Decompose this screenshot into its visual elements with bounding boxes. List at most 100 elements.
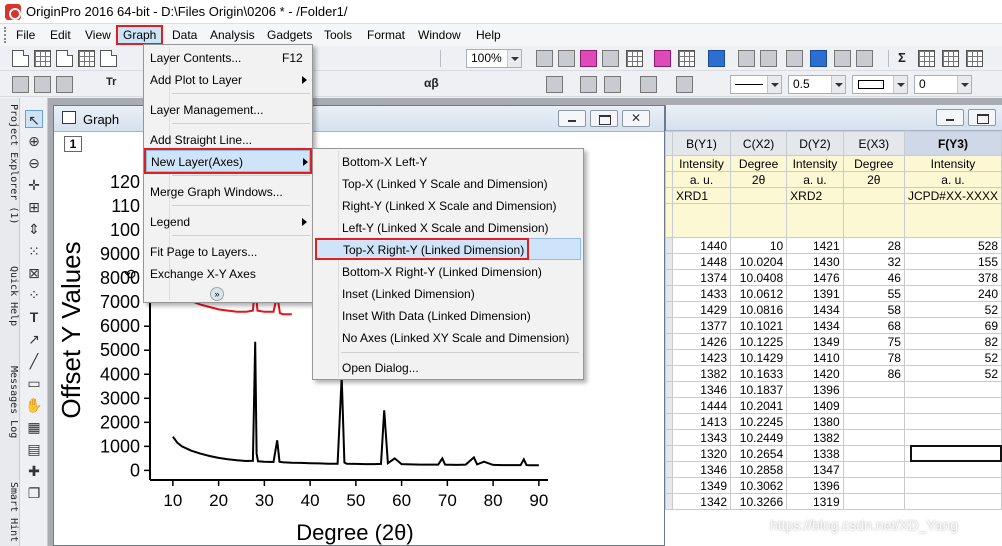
table-cell[interactable]: 86 bbox=[842, 365, 905, 382]
table-cell[interactable] bbox=[903, 493, 1002, 510]
table-cell[interactable]: 10.3266 bbox=[729, 493, 788, 510]
table-cell[interactable]: 1420 bbox=[786, 365, 844, 382]
table-cell[interactable]: 1433 bbox=[672, 285, 731, 302]
table-cell[interactable]: 1434 bbox=[786, 317, 844, 334]
table-cell[interactable]: 1319 bbox=[786, 493, 844, 510]
active-cell[interactable] bbox=[910, 445, 1002, 462]
column-header-d[interactable]: D(Y2) bbox=[786, 131, 844, 156]
table-cell[interactable] bbox=[903, 477, 1002, 494]
table-cell[interactable]: 1382 bbox=[672, 365, 731, 382]
table-cell[interactable] bbox=[903, 429, 1002, 446]
table-cell[interactable] bbox=[903, 397, 1002, 414]
table-cell[interactable]: 10.0408 bbox=[729, 269, 788, 286]
corner-cell[interactable] bbox=[665, 131, 673, 156]
table-cell[interactable] bbox=[903, 381, 1002, 398]
table-cell[interactable]: 52 bbox=[903, 301, 1002, 318]
submenu-item-bottom-x-left-y[interactable]: Bottom-X Left-Y bbox=[315, 151, 581, 173]
row-header[interactable] bbox=[665, 413, 673, 430]
expand-menu-icon[interactable]: » bbox=[210, 287, 224, 301]
menu-item-layer-management[interactable]: Layer Management... bbox=[146, 99, 310, 121]
table-cell[interactable]: 10.1837 bbox=[729, 381, 788, 398]
table-cell[interactable] bbox=[842, 493, 905, 510]
table-cell[interactable]: 1434 bbox=[786, 301, 844, 318]
table-cell[interactable] bbox=[903, 461, 1002, 478]
table-cell[interactable]: 1410 bbox=[786, 349, 844, 366]
column-header-c[interactable]: C(X2) bbox=[729, 131, 788, 156]
row-header[interactable] bbox=[665, 365, 673, 382]
table-cell[interactable]: 10.0612 bbox=[729, 285, 788, 302]
table-cell[interactable]: 46 bbox=[842, 269, 905, 286]
table-cell[interactable]: 1409 bbox=[786, 397, 844, 414]
table-cell[interactable]: 1382 bbox=[786, 429, 844, 446]
table-cell[interactable]: 1448 bbox=[672, 253, 731, 270]
worksheet-titlebar[interactable] bbox=[666, 105, 1002, 131]
table-cell[interactable]: 69 bbox=[903, 317, 1002, 334]
table-cell[interactable]: 1349 bbox=[786, 333, 844, 350]
table-cell[interactable]: 1440 bbox=[672, 237, 731, 254]
maximize-button[interactable] bbox=[968, 109, 996, 126]
row-header[interactable] bbox=[665, 381, 673, 398]
submenu-item-bottom-x-right-y[interactable]: Bottom-X Right-Y (Linked Dimension) bbox=[315, 261, 581, 283]
submenu-item-inset[interactable]: Inset (Linked Dimension) bbox=[315, 283, 581, 305]
row-header[interactable] bbox=[665, 269, 673, 286]
table-cell[interactable]: 1346 bbox=[672, 381, 731, 398]
table-cell[interactable]: 52 bbox=[903, 365, 1002, 382]
submenu-item-no-axes[interactable]: No Axes (Linked XY Scale and Dimension) bbox=[315, 327, 581, 349]
table-cell[interactable]: 1421 bbox=[786, 237, 844, 254]
table-cell[interactable] bbox=[842, 429, 905, 446]
table-cell[interactable]: 378 bbox=[903, 269, 1002, 286]
column-header-f[interactable]: F(Y3) bbox=[903, 131, 1002, 156]
column-header-b[interactable]: B(Y1) bbox=[672, 131, 731, 156]
table-cell[interactable]: 1374 bbox=[672, 269, 731, 286]
row-header[interactable] bbox=[665, 461, 673, 478]
table-cell[interactable] bbox=[903, 413, 1002, 430]
menu-item-fit-page-to-layers[interactable]: Fit Page to Layers... bbox=[146, 241, 310, 263]
table-cell[interactable]: 10.0816 bbox=[729, 301, 788, 318]
table-cell[interactable]: 1349 bbox=[672, 477, 731, 494]
table-cell[interactable]: 1413 bbox=[672, 413, 731, 430]
table-cell[interactable]: 1396 bbox=[786, 381, 844, 398]
submenu-item-left-y-linked-x[interactable]: Left-Y (Linked X Scale and Dimension) bbox=[315, 217, 581, 239]
menu-item-new-layer[interactable]: New Layer(Axes) bbox=[144, 148, 312, 174]
table-cell[interactable]: 58 bbox=[842, 301, 905, 318]
table-cell[interactable]: 32 bbox=[842, 253, 905, 270]
row-header[interactable] bbox=[665, 477, 673, 494]
menu-item-add-straight-line[interactable]: Add Straight Line... bbox=[146, 129, 310, 151]
table-cell[interactable]: 1377 bbox=[672, 317, 731, 334]
table-cell[interactable]: 10.1225 bbox=[729, 333, 788, 350]
table-cell[interactable] bbox=[842, 413, 905, 430]
table-cell[interactable]: 1391 bbox=[786, 285, 844, 302]
row-header[interactable] bbox=[665, 237, 673, 254]
table-cell[interactable]: 10.1429 bbox=[729, 349, 788, 366]
table-cell[interactable]: 1342 bbox=[672, 493, 731, 510]
row-header[interactable] bbox=[665, 445, 673, 462]
menu-item-layer-contents[interactable]: Layer Contents... F12 bbox=[146, 47, 310, 69]
table-cell[interactable]: 10.3062 bbox=[729, 477, 788, 494]
table-cell[interactable] bbox=[842, 477, 905, 494]
table-cell[interactable]: 528 bbox=[903, 237, 1002, 254]
row-header[interactable] bbox=[665, 253, 673, 270]
menu-item-merge-graph-windows[interactable]: Merge Graph Windows... bbox=[146, 181, 310, 203]
table-cell[interactable]: 10.2041 bbox=[729, 397, 788, 414]
minimize-button[interactable] bbox=[936, 109, 964, 126]
row-header[interactable] bbox=[665, 349, 673, 366]
table-cell[interactable]: 1444 bbox=[672, 397, 731, 414]
table-cell[interactable]: 68 bbox=[842, 317, 905, 334]
table-cell[interactable]: 240 bbox=[903, 285, 1002, 302]
table-cell[interactable]: 78 bbox=[842, 349, 905, 366]
row-header[interactable] bbox=[665, 285, 673, 302]
table-cell[interactable]: 10.1633 bbox=[729, 365, 788, 382]
table-cell[interactable]: 10.1021 bbox=[729, 317, 788, 334]
table-cell[interactable]: 1429 bbox=[672, 301, 731, 318]
submenu-item-open-dialog[interactable]: Open Dialog... bbox=[315, 357, 581, 379]
table-cell[interactable]: 1380 bbox=[786, 413, 844, 430]
submenu-item-inset-with-data[interactable]: Inset With Data (Linked Dimension) bbox=[315, 305, 581, 327]
table-cell[interactable]: 1320 bbox=[672, 445, 731, 462]
table-cell[interactable] bbox=[842, 397, 905, 414]
submenu-item-top-x-linked-y[interactable]: Top-X (Linked Y Scale and Dimension) bbox=[315, 173, 581, 195]
table-cell[interactable]: 28 bbox=[842, 237, 905, 254]
table-cell[interactable]: 75 bbox=[842, 333, 905, 350]
table-cell[interactable]: 10.2654 bbox=[729, 445, 788, 462]
column-header-e[interactable]: E(X3) bbox=[842, 131, 905, 156]
table-cell[interactable]: 1430 bbox=[786, 253, 844, 270]
